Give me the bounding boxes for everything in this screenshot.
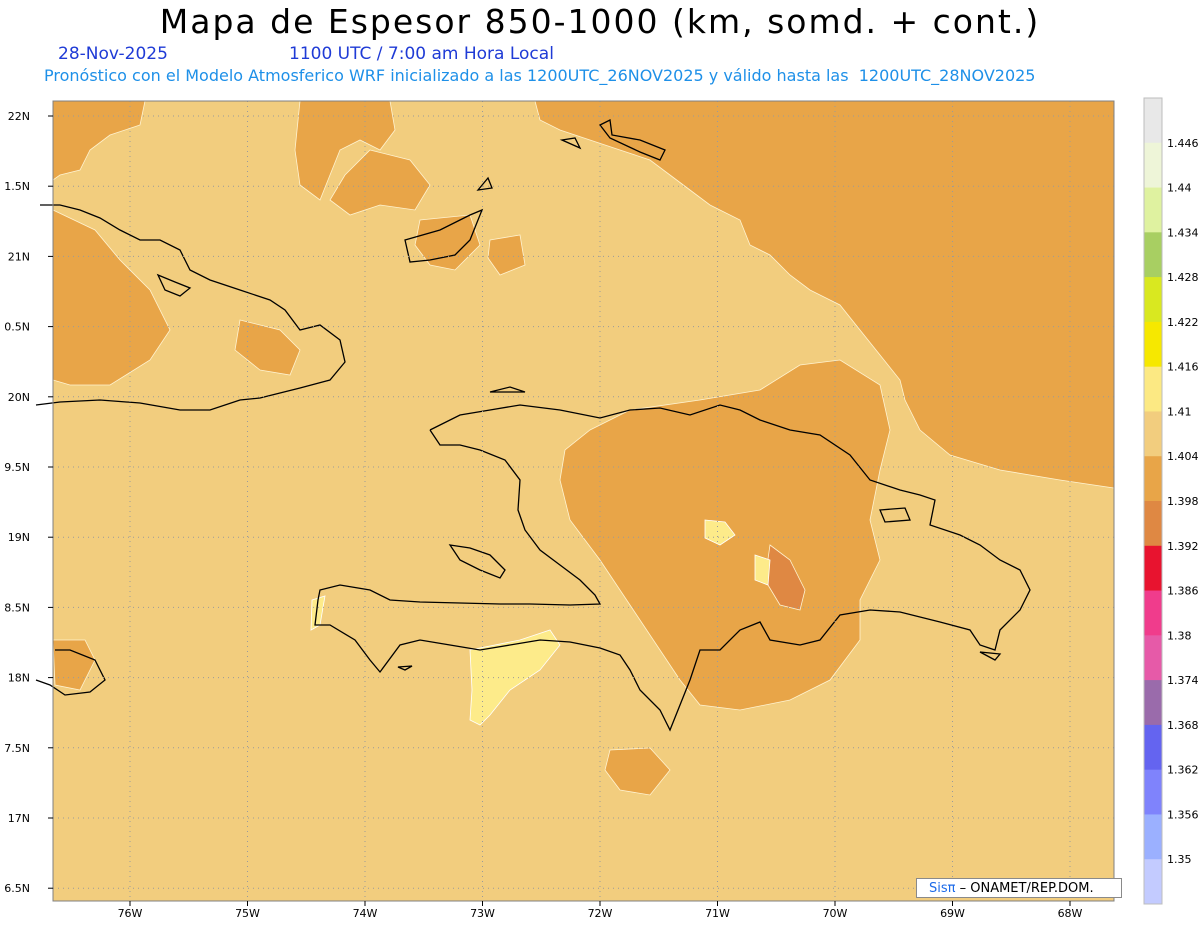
lon-label: 68W [1058, 907, 1083, 920]
shade-region-1410-center-2 [754, 554, 771, 586]
lat-label: 6.5N [4, 882, 30, 895]
colorbar-label: 1.38 [1167, 629, 1192, 642]
colorbar-segment [1144, 590, 1162, 636]
colorbar-label: 1.422 [1167, 316, 1199, 329]
colorbar-segment [1144, 456, 1162, 502]
colorbar-label: 1.368 [1167, 719, 1199, 732]
colorbar-label: 1.428 [1167, 271, 1199, 284]
colorbar-segment [1144, 277, 1162, 323]
lon-label: 75W [235, 907, 260, 920]
colorbar-label: 1.392 [1167, 540, 1199, 553]
colorbar-label: 1.35 [1167, 853, 1192, 866]
colorbar-label: 1.356 [1167, 808, 1199, 821]
colorbar-segment [1144, 859, 1162, 905]
lon-label: 71W [705, 907, 730, 920]
lat-label: 0.5N [4, 321, 30, 334]
colorbar-segment [1144, 187, 1162, 233]
colorbar-segment [1144, 680, 1162, 726]
lon-label: 72W [588, 907, 613, 920]
colorbar-label: 1.416 [1167, 361, 1199, 374]
lat-label: 19N [8, 531, 30, 544]
colorbar-segment [1144, 321, 1162, 368]
colorbar-label: 1.362 [1167, 764, 1199, 777]
lon-label: 70W [823, 907, 848, 920]
colorbar-label: 1.386 [1167, 585, 1199, 598]
lat-label: 7.5N [4, 742, 30, 755]
lat-label: 8.5N [4, 601, 30, 614]
lat-label: 21N [8, 250, 30, 263]
colorbar-segment [1144, 501, 1162, 547]
colorbar-label: 1.374 [1167, 674, 1199, 687]
lat-label: 1.5N [4, 180, 30, 193]
colorbar-segment [1144, 724, 1162, 771]
credit-logo: Sisπ [929, 881, 956, 896]
lat-label: 9.5N [4, 461, 30, 474]
colorbar-segment [1144, 769, 1162, 815]
colorbar-segment [1144, 142, 1162, 189]
colorbar-label: 1.446 [1167, 137, 1199, 150]
colorbar-label: 1.41 [1167, 405, 1192, 418]
lat-label: 17N [8, 812, 30, 825]
colorbar-label: 1.434 [1167, 226, 1199, 239]
colorbar: 1.446 1.44 1.434 1.428 1.422 1.416 1.41 1.404 1.… [1143, 97, 1199, 905]
colorbar-label: 1.398 [1167, 495, 1199, 508]
credit-text: – ONAMET/REP.DOM. [959, 881, 1094, 896]
thickness-map: 22N 1.5N 21N 0.5N 20N 9.5N 19N 8.5N 18N 7.5N 17N 6.… [4, 97, 1199, 920]
colorbar-segment [1144, 635, 1162, 681]
lon-label: 74W [353, 907, 378, 920]
colorbar-segment [1144, 545, 1162, 592]
colorbar-segment [1144, 232, 1162, 278]
colorbar-label: 1.44 [1167, 182, 1192, 195]
colorbar-segment [1144, 814, 1162, 860]
colorbar-segment [1144, 411, 1162, 457]
lon-label: 76W [118, 907, 143, 920]
credit-box: Sisπ – ONAMET/REP.DOM. [916, 878, 1122, 898]
lat-label: 20N [8, 391, 30, 404]
colorbar-label: 1.404 [1167, 450, 1199, 463]
lat-label: 18N [8, 672, 30, 685]
colorbar-segment [1144, 98, 1162, 144]
colorbar-segment [1144, 366, 1162, 412]
lon-label: 73W [470, 907, 495, 920]
lon-label: 69W [940, 907, 965, 920]
lat-label: 22N [8, 110, 30, 123]
